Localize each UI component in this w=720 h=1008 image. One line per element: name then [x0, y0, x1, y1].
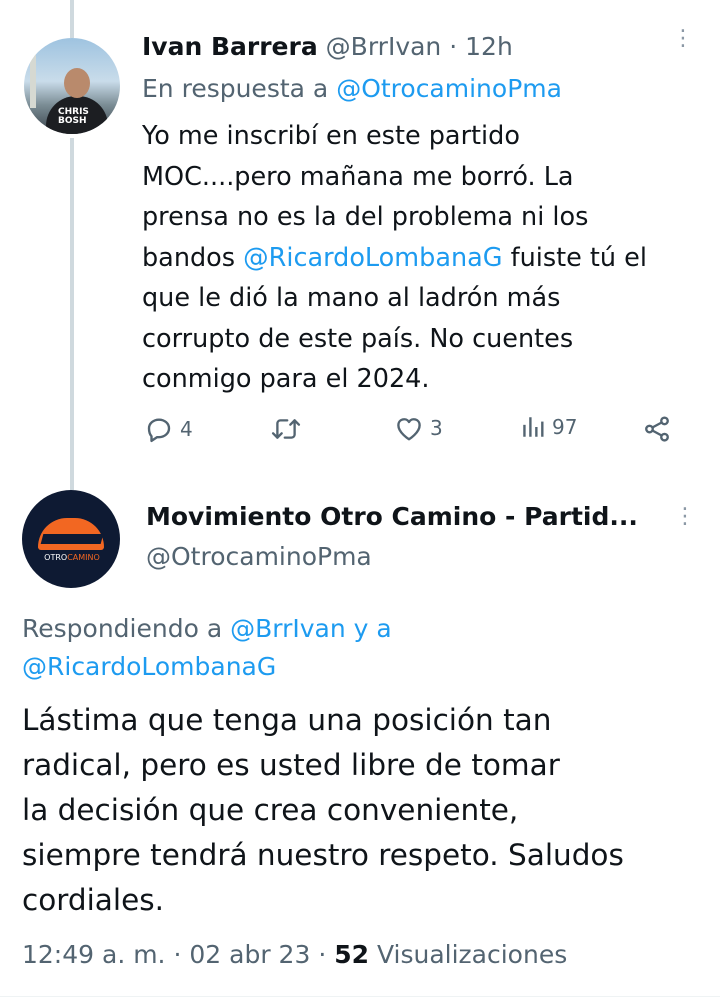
logo-text-white: OTRO	[44, 553, 68, 562]
views-icon	[523, 417, 544, 437]
avatar[interactable]: CHRIS BOSH	[24, 38, 120, 134]
thread-connector-top	[70, 0, 74, 38]
tweet-date[interactable]: 02 abr 23	[189, 940, 310, 969]
views-count: 52	[334, 940, 370, 969]
tweet-age[interactable]: 12h	[465, 32, 513, 61]
avatar[interactable]: OTROCAMINO	[22, 490, 120, 588]
mention-link[interactable]: @OtrocaminoPma	[336, 74, 562, 103]
thread-connector	[70, 138, 74, 490]
in-reply-prefix: En respuesta a	[142, 74, 329, 103]
like-count: 3	[430, 416, 443, 440]
in-reply-to: En respuesta a @OtrocaminoPma	[142, 74, 562, 103]
mention-link[interactable]: @RicardoLombanaG	[243, 243, 502, 273]
logo-text-orange: CAMINO	[67, 553, 100, 562]
like-button[interactable]: 3	[394, 414, 443, 442]
logo-gap	[40, 534, 104, 544]
retweet-button[interactable]	[270, 414, 302, 444]
display-name[interactable]: Movimiento Otro Camino - Partid...	[146, 502, 638, 531]
tweet-time[interactable]: 12:49 a. m.	[22, 940, 166, 969]
retweet-icon	[271, 419, 301, 439]
user-handle[interactable]: @BrrIvan	[326, 32, 442, 61]
share-icon	[645, 416, 669, 442]
action-bar: 4 3 97	[142, 414, 682, 450]
mention-link[interactable]: @BrrIvan	[230, 614, 346, 643]
avatar-background	[30, 48, 36, 108]
reply-icon	[147, 418, 171, 443]
replying-joiner[interactable]: y a	[354, 614, 392, 643]
tweet-metadata: 12:49 a. m. · 02 abr 23 · 52 Visualizaci…	[22, 940, 567, 969]
separator: ·	[318, 940, 327, 969]
more-icon[interactable]: ⋮	[672, 28, 694, 50]
views-label: Visualizaciones	[376, 940, 568, 969]
reply-count: 4	[180, 417, 193, 441]
replying-to: Respondiendo a @BrrIvan y a @RicardoLomb…	[22, 610, 642, 686]
replying-prefix: Respondiendo a	[22, 614, 223, 643]
avatar-face	[64, 68, 90, 98]
views-button[interactable]: 97	[520, 414, 577, 440]
mention-link[interactable]: @RicardoLombanaG	[22, 652, 276, 681]
user-handle[interactable]: @OtrocaminoPma	[146, 542, 372, 571]
tweet-text: Yo me inscribí en este partido MOC....pe…	[142, 116, 702, 400]
views-count: 97	[552, 415, 578, 439]
share-button[interactable]	[642, 414, 672, 444]
tweet-header: Ivan Barrera @BrrIvan · 12h	[142, 32, 513, 61]
like-icon	[397, 418, 421, 441]
reply-button[interactable]: 4	[144, 414, 193, 444]
avatar-shirt-print: CHRIS BOSH	[58, 107, 89, 126]
separator: ·	[173, 940, 182, 969]
more-icon[interactable]: ⋮	[674, 506, 696, 528]
display-name[interactable]: Ivan Barrera	[142, 32, 318, 61]
separator: ·	[449, 32, 458, 61]
tweet-text: Lástima que tenga una posición tan radic…	[22, 703, 624, 917]
divider	[0, 996, 720, 997]
logo-text: OTROCAMINO	[32, 553, 112, 562]
